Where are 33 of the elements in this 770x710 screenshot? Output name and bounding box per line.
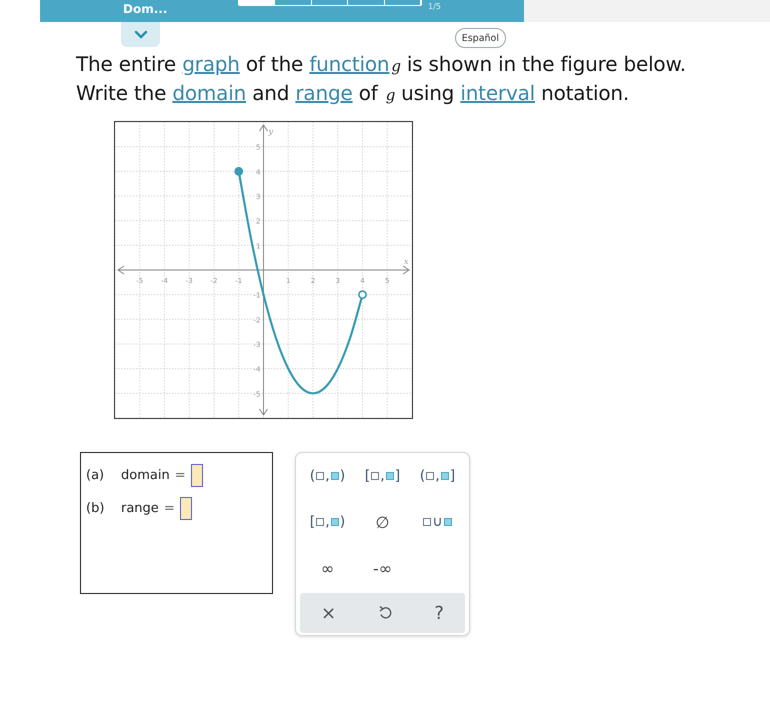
- glossary-link[interactable]: range: [295, 81, 353, 105]
- keypad-key[interactable]: ∅: [355, 499, 410, 545]
- glossary-link[interactable]: domain: [172, 81, 246, 105]
- answer-label: domain: [121, 468, 170, 483]
- help-button[interactable]: ?: [426, 602, 452, 624]
- undo-icon: [378, 605, 392, 621]
- chevron-down-icon: [134, 30, 148, 39]
- x-axis-label: x: [404, 257, 409, 266]
- keypad-key[interactable]: ∪: [410, 499, 465, 545]
- part-label: (a): [86, 468, 106, 483]
- keypad-key[interactable]: ∞: [300, 545, 355, 591]
- clear-button[interactable]: ×: [313, 602, 344, 624]
- equals-sign: =: [174, 468, 186, 483]
- glossary-link[interactable]: interval: [460, 81, 535, 105]
- y-axis-label: y: [268, 127, 274, 136]
- answer-label: range: [121, 501, 159, 516]
- keypad-key[interactable]: [ , ): [300, 499, 355, 545]
- question-text: The entire graph of the function g is shown in the figure below.: [76, 51, 687, 78]
- header-title: Dom...: [123, 2, 168, 16]
- expand-tab[interactable]: [121, 22, 160, 47]
- part-label: (b): [86, 501, 106, 516]
- progress-counter: 1/5: [428, 2, 441, 11]
- keypad-key[interactable]: -∞: [355, 545, 410, 591]
- keypad-key[interactable]: ( , ]: [410, 453, 465, 499]
- answer-field[interactable]: [190, 464, 203, 487]
- language-button[interactable]: Español: [454, 28, 506, 48]
- equals-sign: =: [164, 501, 175, 516]
- glossary-link[interactable]: graph: [182, 52, 240, 76]
- keypad-key[interactable]: ( , ): [300, 453, 355, 499]
- question-text: Write the domain and range of g using interval notation.: [76, 80, 630, 107]
- keypad-key[interactable]: [ , ]: [355, 453, 410, 499]
- answer-field[interactable]: [180, 497, 192, 520]
- glossary-link[interactable]: function: [309, 52, 390, 76]
